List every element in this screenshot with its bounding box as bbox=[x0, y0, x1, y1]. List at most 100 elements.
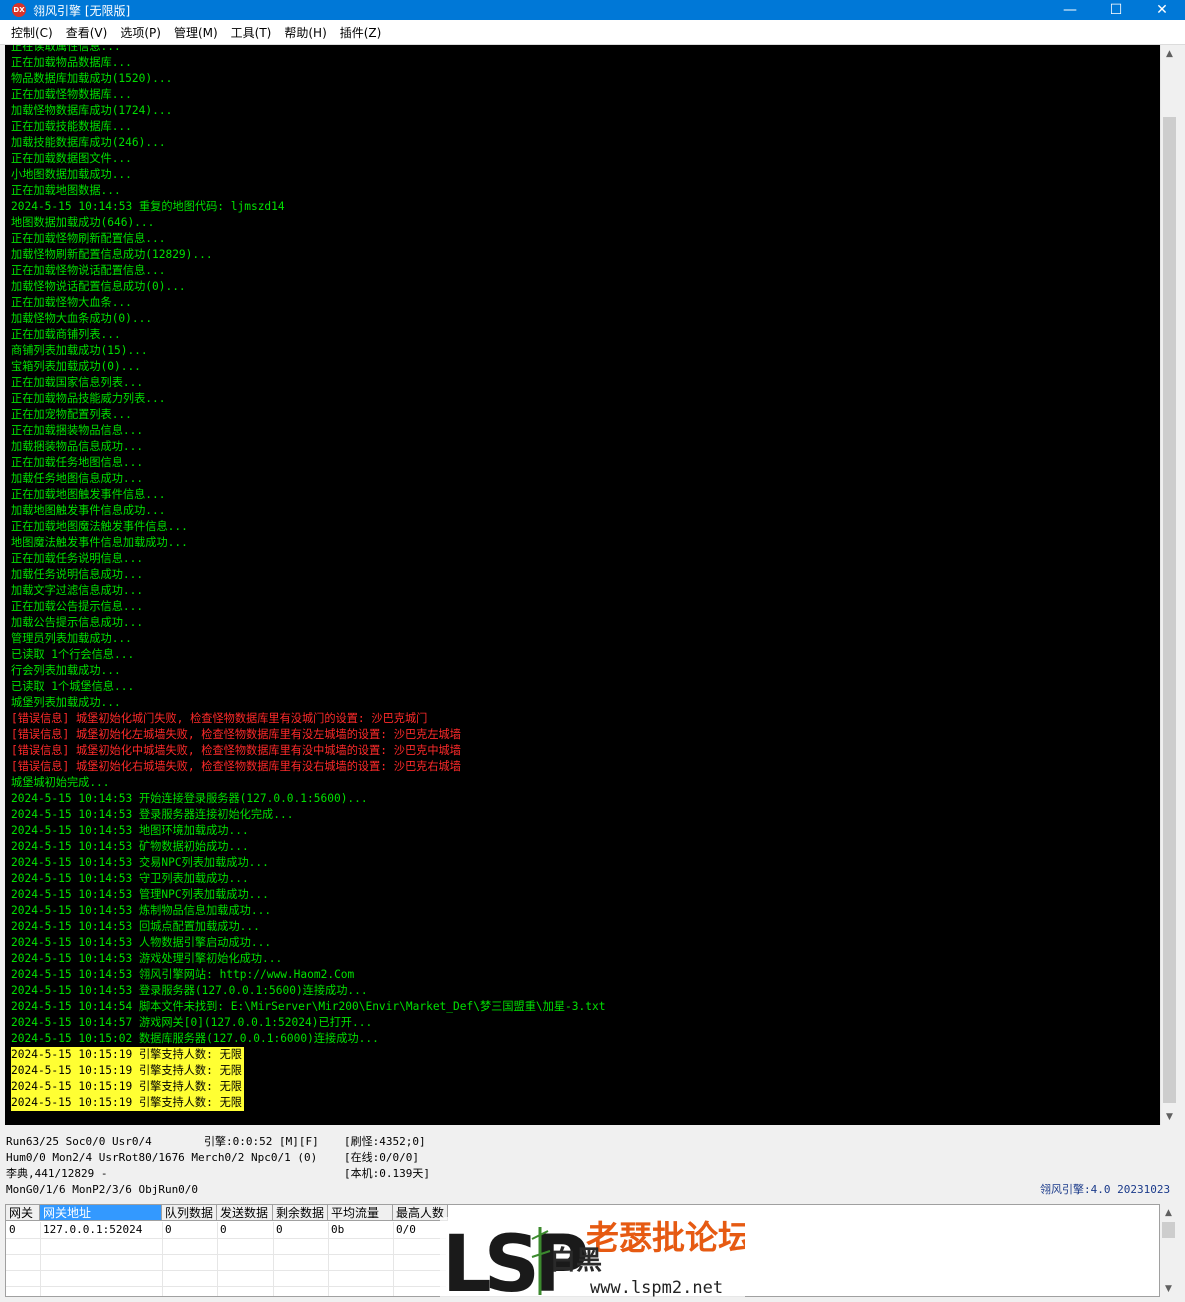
cell-queue: 0 bbox=[165, 1223, 172, 1236]
log-line: 加载地图触发事件信息成功... bbox=[11, 504, 166, 517]
log-line: 2024-5-15 10:14:53 交易NPC列表加载成功... bbox=[11, 856, 269, 869]
log-line: 地图魔法触发事件信息加载成功... bbox=[11, 536, 188, 549]
log-line: [错误信息] 城堡初始化右城墙失败, 检查怪物数据库里有没右城墙的设置: 沙巴克… bbox=[11, 760, 461, 773]
grid-line bbox=[328, 1222, 329, 1296]
log-line: 2024-5-15 10:14:53 登录服务器(127.0.0.1:5600)… bbox=[11, 984, 368, 997]
log-line-wrap: 2024-5-15 10:14:53 翎风引擎网站: http://www.Ha… bbox=[11, 967, 605, 983]
log-line: 行会列表加载成功... bbox=[11, 664, 121, 677]
cell-gateway: 0 bbox=[9, 1223, 16, 1236]
log-line-wrap: 2024-5-15 10:14:53 回城点配置加载成功... bbox=[11, 919, 605, 935]
log-line: 2024-5-15 10:14:53 地图环境加载成功... bbox=[11, 824, 249, 837]
log-line-wrap: 正在加载怪物说话配置信息... bbox=[11, 263, 605, 279]
log-line-wrap: 正在加载任务地图信息... bbox=[11, 455, 605, 471]
menu-view[interactable]: 查看(V) bbox=[59, 24, 114, 41]
menu-control[interactable]: 控制(C) bbox=[4, 24, 59, 41]
log-line-wrap: 正在加载数据图文件... bbox=[11, 151, 605, 167]
log-line: 小地图数据加载成功... bbox=[11, 168, 132, 181]
status-hum: Hum0/0 Mon2/4 UsrRot80/1676 Merch0/2 Npc… bbox=[6, 1151, 318, 1164]
log-line-wrap: 加载文字过滤信息成功... bbox=[11, 583, 605, 599]
log-line-wrap: 行会列表加载成功... bbox=[11, 663, 605, 679]
log-line-wrap: 2024-5-15 10:14:53 重复的地图代码: ljmszd14 bbox=[11, 199, 605, 215]
log-scrollbar[interactable]: ▲ ▼ bbox=[1160, 45, 1177, 1125]
title-bar[interactable]: DX 翎风引擎 [无限版] — ☐ ✕ bbox=[0, 0, 1185, 20]
log-line-wrap: 2024-5-15 10:14:53 游戏处理引擎初始化成功... bbox=[11, 951, 605, 967]
log-line-wrap: 2024-5-15 10:14:53 地图环境加载成功... bbox=[11, 823, 605, 839]
menu-plugins[interactable]: 插件(Z) bbox=[333, 24, 388, 41]
log-line: 加载怪物刷新配置信息成功(12829)... bbox=[11, 248, 213, 261]
log-line: [错误信息] 城堡初始化城门失败, 检查怪物数据库里有没城门的设置: 沙巴克城门 bbox=[11, 712, 428, 725]
col-gateway-address[interactable]: 网关地址 bbox=[40, 1205, 162, 1221]
cell-avg: 0b bbox=[331, 1223, 345, 1236]
log-line-wrap: 加载任务说明信息成功... bbox=[11, 567, 605, 583]
log-line-wrap: 2024-5-15 10:14:54 脚本文件未找到: E:\MirServer… bbox=[11, 999, 605, 1015]
scroll-thumb[interactable] bbox=[1163, 117, 1176, 1103]
log-line-wrap: 正在加载物品技能威力列表... bbox=[11, 391, 605, 407]
grid-line bbox=[40, 1222, 41, 1296]
log-line-wrap: 加载怪物数据库成功(1724)... bbox=[11, 103, 605, 119]
log-line-wrap: [错误信息] 城堡初始化城门失败, 检查怪物数据库里有没城门的设置: 沙巴克城门 bbox=[11, 711, 605, 727]
log-line-wrap: [错误信息] 城堡初始化右城墙失败, 检查怪物数据库里有没右城墙的设置: 沙巴克… bbox=[11, 759, 605, 775]
col-send-data[interactable]: 发送数据 bbox=[217, 1205, 273, 1221]
log-line-wrap: 加载捆装物品信息成功... bbox=[11, 439, 605, 455]
scroll-up-icon[interactable]: ▲ bbox=[1161, 45, 1178, 62]
grid-line bbox=[6, 1238, 446, 1239]
log-line: 2024-5-15 10:14:53 回城点配置加载成功... bbox=[11, 920, 260, 933]
log-line-wrap: 正在加载怪物大血条... bbox=[11, 295, 605, 311]
close-button[interactable]: ✕ bbox=[1139, 0, 1185, 20]
log-line-wrap: 正在加载商铺列表... bbox=[11, 327, 605, 343]
log-line: 加载任务说明信息成功... bbox=[11, 568, 144, 581]
log-line: 地图数据加载成功(646)... bbox=[11, 216, 155, 229]
scroll-thumb[interactable] bbox=[1162, 1222, 1175, 1238]
log-line: 2024-5-15 10:15:19 引擎支持人数: 无限 bbox=[11, 1095, 244, 1111]
log-line: 正在加载技能数据库... bbox=[11, 120, 132, 133]
col-avg-traffic[interactable]: 平均流量 bbox=[328, 1205, 393, 1221]
gateway-scrollbar[interactable]: ▲ ▼ bbox=[1160, 1204, 1177, 1297]
log-line: 2024-5-15 10:15:02 数据库服务器(127.0.0.1:6000… bbox=[11, 1032, 379, 1045]
log-line: 2024-5-15 10:14:53 翎风引擎网站: http://www.Ha… bbox=[11, 968, 355, 981]
col-queue-data[interactable]: 队列数据 bbox=[162, 1205, 217, 1221]
status-mon: MonG0/1/6 MonP2/3/6 ObjRun0/0 bbox=[6, 1183, 199, 1196]
menu-options[interactable]: 选项(P) bbox=[113, 24, 167, 41]
menu-manage[interactable]: 管理(M) bbox=[167, 24, 224, 41]
log-line-wrap: 2024-5-15 10:14:53 管理NPC列表加载成功... bbox=[11, 887, 605, 903]
scroll-down-icon[interactable]: ▼ bbox=[1160, 1280, 1177, 1297]
log-line-wrap: [错误信息] 城堡初始化中城墙失败, 检查怪物数据库里有没中城墙的设置: 沙巴克… bbox=[11, 743, 605, 759]
log-line: 正在加宠物配置列表... bbox=[11, 408, 132, 421]
col-remain-data[interactable]: 剩余数据 bbox=[273, 1205, 328, 1221]
log-line-wrap: 加载技能数据库成功(246)... bbox=[11, 135, 605, 151]
scroll-up-icon[interactable]: ▲ bbox=[1160, 1204, 1177, 1221]
log-line-wrap: 正在加载怪物刷新配置信息... bbox=[11, 231, 605, 247]
log-line-wrap: 2024-5-15 10:15:19 引擎支持人数: 无限 bbox=[11, 1063, 605, 1079]
log-console[interactable]: 正在读取属性信息... 正在加载物品数据库... 物品数据库加载成功(1520)..… bbox=[5, 45, 1160, 1125]
maximize-button[interactable]: ☐ bbox=[1093, 0, 1139, 20]
log-line: 2024-5-15 10:14:57 游戏网关[0](127.0.0.1:520… bbox=[11, 1016, 373, 1029]
grid-line bbox=[162, 1222, 163, 1296]
log-line-wrap: 城堡列表加载成功... bbox=[11, 695, 605, 711]
log-line-wrap: 2024-5-15 10:14:53 开始连接登录服务器(127.0.0.1:5… bbox=[11, 791, 605, 807]
cell-address: 127.0.0.1:52024 bbox=[43, 1223, 143, 1236]
log-line-wrap: 正在加载怪物数据库... bbox=[11, 87, 605, 103]
menu-tools[interactable]: 工具(T) bbox=[224, 24, 278, 41]
scroll-down-icon[interactable]: ▼ bbox=[1161, 1108, 1178, 1125]
minimize-button[interactable]: — bbox=[1047, 0, 1093, 20]
log-line: 2024-5-15 10:14:53 矿物数据初始成功... bbox=[11, 840, 249, 853]
log-line-wrap: 2024-5-15 10:14:53 登录服务器(127.0.0.1:5600)… bbox=[11, 983, 605, 999]
log-line: 正在加载怪物数据库... bbox=[11, 88, 132, 101]
log-line-wrap: 正在加宠物配置列表... bbox=[11, 407, 605, 423]
log-line-wrap: 2024-5-15 10:14:53 矿物数据初始成功... bbox=[11, 839, 605, 855]
table-row[interactable]: 0 127.0.0.1:52024 0 0 0 0b 0/0 bbox=[6, 1222, 448, 1238]
grid-line bbox=[273, 1222, 274, 1296]
col-gateway[interactable]: 网关 bbox=[6, 1205, 40, 1221]
grid-line bbox=[6, 1286, 446, 1287]
log-line-wrap: 地图数据加载成功(646)... bbox=[11, 215, 605, 231]
log-line-wrap: 已读取 1个行会信息... bbox=[11, 647, 605, 663]
log-line: 2024-5-15 10:14:53 重复的地图代码: ljmszd14 bbox=[11, 200, 285, 213]
log-line-wrap: 加载怪物说话配置信息成功(0)... bbox=[11, 279, 605, 295]
log-line-wrap: 正在加载捆装物品信息... bbox=[11, 423, 605, 439]
menu-help[interactable]: 帮助(H) bbox=[277, 24, 332, 41]
status-local: [本机:0.139天] bbox=[344, 1167, 430, 1180]
log-line-wrap: 正在加载国家信息列表... bbox=[11, 375, 605, 391]
status-panel: Run63/25 Soc0/0 Usr0/4 引擎:0:0:52 [M][F] … bbox=[0, 1128, 1185, 1200]
watermark-sub-cn: 白黑 bbox=[550, 1245, 602, 1276]
log-lines: 正在读取属性信息... 正在加载物品数据库... 物品数据库加载成功(1520)..… bbox=[11, 45, 605, 1111]
